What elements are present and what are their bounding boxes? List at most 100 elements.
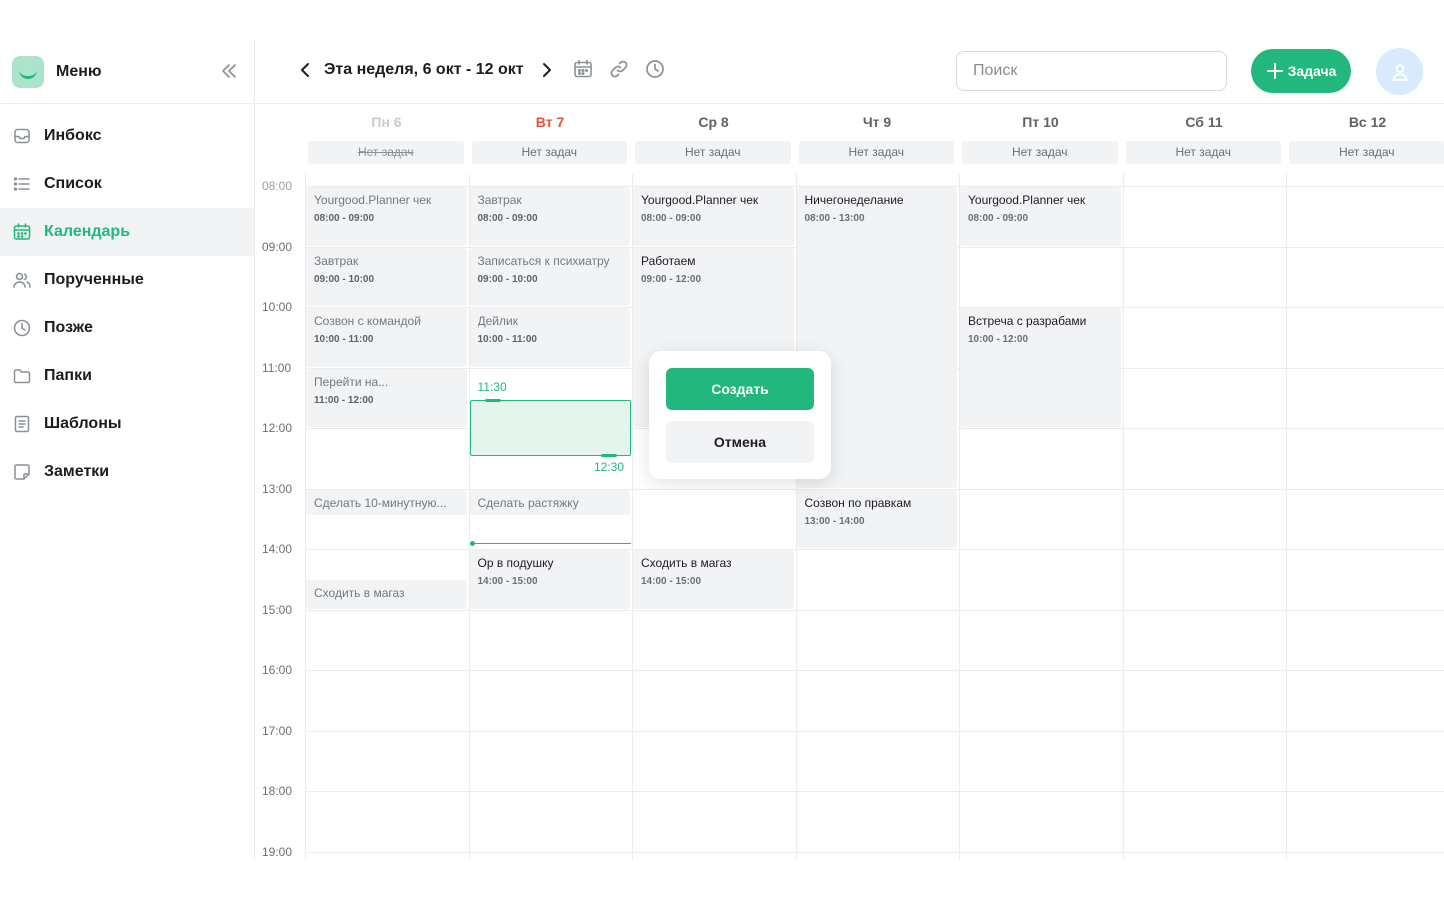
calendar-event[interactable]: Завтрак 08:00 - 09:00: [469, 187, 630, 246]
template-icon: [14, 415, 30, 433]
current-time-dot: [469, 541, 475, 547]
calendar-icon: [13, 223, 31, 240]
day-header[interactable]: Вс 12: [1286, 114, 1444, 130]
calendar-event[interactable]: Завтрак 09:00 - 10:00: [306, 247, 467, 307]
sidebar-item-label: Шаблоны: [44, 415, 122, 432]
event-time: 10:00 - 11:00: [477, 334, 538, 346]
next-week-icon[interactable]: [536, 60, 556, 80]
calendar-event[interactable]: Сделать растяжку: [469, 489, 630, 515]
create-task-popup: Создать Отмена: [649, 351, 831, 479]
no-tasks-badge: Нет задач: [798, 141, 954, 164]
hour-label: 12:00: [262, 421, 293, 436]
event-time: 09:00 - 10:00: [477, 273, 538, 285]
calendar-event[interactable]: Сходить в магаз: [306, 580, 467, 609]
calendar-event[interactable]: Yourgood.Planner чек 08:00 - 09:00: [960, 187, 1121, 246]
sidebar-item-clock[interactable]: Позже: [0, 304, 254, 352]
calendar-event[interactable]: Yourgood.Planner чек 08:00 - 09:00: [306, 187, 467, 246]
link-icon[interactable]: [608, 58, 630, 80]
event-time: 09:00 - 12:00: [641, 273, 702, 285]
event-title: Сделать 10-минутную...: [314, 495, 447, 510]
note-icon: [14, 464, 30, 480]
hour-gridline: [305, 730, 1444, 732]
day-header[interactable]: Сб 11: [1123, 114, 1286, 130]
folder-icon: [13, 369, 31, 384]
hour-label: 17:00: [262, 723, 293, 738]
clock-icon: [13, 319, 31, 337]
event-title: Завтрак: [477, 193, 522, 208]
sidebar-item-label: Список: [44, 175, 102, 192]
no-tasks-badge: Нет задач: [471, 141, 627, 164]
day-header[interactable]: Чт 9: [796, 114, 959, 130]
event-title: Ничегонеделание: [804, 193, 904, 208]
event-title: Сходить в магаз: [641, 556, 732, 571]
sidebar-item-calendar[interactable]: Календарь: [0, 208, 254, 256]
calendar-event[interactable]: Созвон с командой 10:00 - 11:00: [306, 308, 467, 367]
day-header[interactable]: Ср 8: [632, 114, 795, 130]
current-time-line: [470, 543, 631, 545]
calendar-event[interactable]: Записаться к психиатру 09:00 - 10:00: [469, 247, 630, 307]
hour-gridline: [305, 670, 1444, 672]
event-title: Созвон по правкам: [804, 495, 912, 510]
plus-icon: [1266, 63, 1283, 79]
event-time: 10:00 - 12:00: [968, 334, 1029, 346]
sidebar-item-label: Инбокс: [44, 127, 102, 144]
event-title: Yourgood.Planner чек: [314, 193, 432, 208]
add-task-button[interactable]: Задача: [1251, 49, 1351, 93]
menu-title: Меню: [56, 62, 102, 80]
create-button[interactable]: Создать: [666, 368, 814, 410]
inbox-icon: [14, 128, 30, 144]
search-input[interactable]: [956, 51, 1227, 91]
clock-icon[interactable]: [644, 58, 666, 80]
sidebar-item-label: Календарь: [44, 223, 131, 240]
day-gridline: [1286, 174, 1287, 859]
event-time: 10:00 - 11:00: [314, 334, 374, 346]
sidebar-item-list[interactable]: Список: [0, 160, 254, 208]
event-title: Завтрак: [314, 253, 359, 268]
hour-gridline: [305, 791, 1444, 793]
day-header[interactable]: Вт 7: [469, 114, 632, 130]
event-time: 09:00 - 10:00: [314, 273, 375, 285]
day-header[interactable]: Пт 10: [959, 114, 1122, 130]
calendar-event[interactable]: Созвон по правкам 13:00 - 14:00: [796, 489, 957, 549]
week-title: Эта неделя, 6 окт - 12 окт: [324, 61, 524, 78]
new-task-selection[interactable]: [469, 399, 631, 457]
calendar-event[interactable]: Ор в подушку 14:00 - 15:00: [469, 550, 630, 609]
resize-handle-top[interactable]: [484, 398, 501, 402]
calendar-picker-icon[interactable]: [572, 58, 594, 80]
sidebar-item-label: Позже: [44, 319, 93, 336]
user-avatar[interactable]: [1376, 48, 1423, 95]
event-title: Созвон с командой: [314, 314, 421, 329]
event-time: 08:00 - 09:00: [314, 213, 375, 225]
sidebar-item-inbox[interactable]: Инбокс: [0, 112, 254, 160]
hour-label: 18:00: [262, 784, 293, 799]
event-time: 13:00 - 14:00: [804, 515, 865, 527]
event-title: Работаем: [641, 253, 696, 268]
sidebar-item-note[interactable]: Заметки: [0, 448, 254, 496]
event-time: 08:00 - 13:00: [804, 213, 865, 225]
hour-label: 08:00: [262, 179, 293, 194]
collapse-sidebar-icon[interactable]: [218, 60, 240, 82]
sidebar-item-template[interactable]: Шаблоны: [0, 400, 254, 448]
selection-start-time: 11:30: [477, 379, 507, 394]
previous-week-icon[interactable]: [296, 60, 316, 80]
day-header[interactable]: Пн 6: [305, 114, 468, 130]
calendar-event[interactable]: Перейти на... 11:00 - 12:00: [306, 368, 467, 428]
hour-label: 16:00: [262, 663, 293, 678]
calendar-event[interactable]: Сделать 10-минутную...: [306, 489, 467, 515]
hour-label: 09:00: [262, 239, 293, 254]
sidebar-item-users[interactable]: Порученные: [0, 256, 254, 304]
resize-handle-bottom[interactable]: [601, 454, 617, 458]
event-time: 14:00 - 15:00: [477, 576, 538, 588]
calendar-event[interactable]: Сходить в магаз 14:00 - 15:00: [633, 550, 794, 609]
sidebar-item-label: Папки: [44, 367, 92, 384]
cancel-button[interactable]: Отмена: [666, 421, 814, 463]
calendar-event[interactable]: Встреча с разрабами 10:00 - 12:00: [960, 308, 1121, 428]
sidebar-item-folder[interactable]: Папки: [0, 352, 254, 400]
calendar-event[interactable]: Дейлик 10:00 - 11:00: [469, 308, 630, 367]
week-calendar: Пн 6 Нет задач Вт 7 Нет задач Ср 8 Нет задач Ч…: [256, 104, 1444, 859]
no-tasks-badge: Нет задач: [635, 141, 791, 164]
no-tasks-badge: Нет задач: [308, 141, 464, 164]
event-title: Yourgood.Planner чек: [641, 193, 759, 208]
hour-label: 11:00: [262, 360, 292, 375]
calendar-event[interactable]: Yourgood.Planner чек 08:00 - 09:00: [633, 187, 794, 246]
